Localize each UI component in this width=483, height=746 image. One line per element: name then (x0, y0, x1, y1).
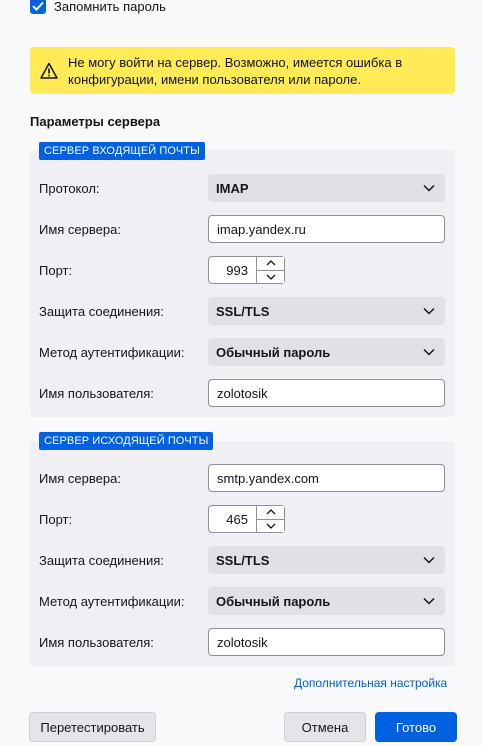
warning-icon (40, 62, 58, 79)
port-increment-button[interactable] (257, 506, 284, 520)
chevron-down-icon (266, 523, 275, 529)
incoming-protocol-select[interactable]: IMAP (208, 174, 445, 202)
chevron-down-icon (423, 184, 435, 192)
outgoing-port-spinner[interactable] (256, 505, 285, 533)
outgoing-auth-value: Обычный пароль (216, 593, 331, 609)
outgoing-server-badge: СЕРВЕР ИСХОДЯЩЕЙ ПОЧТЫ (39, 432, 214, 450)
incoming-auth-select[interactable]: Обычный пароль (208, 338, 445, 366)
chevron-up-icon (266, 260, 275, 266)
outgoing-auth-select[interactable]: Обычный пароль (208, 587, 445, 615)
checkmark-icon (32, 1, 44, 11)
chevron-down-icon (423, 348, 435, 356)
incoming-auth-value: Обычный пароль (216, 344, 331, 360)
incoming-port-stepper[interactable]: 993 (208, 256, 285, 284)
chevron-down-icon (423, 307, 435, 315)
chevron-down-icon (423, 597, 435, 605)
incoming-username-label: Имя пользователя: (39, 386, 154, 401)
outgoing-port-label: Порт: (39, 512, 73, 527)
incoming-server-badge: СЕРВЕР ВХОДЯЩЕЙ ПОЧТЫ (39, 142, 205, 160)
incoming-security-label: Защита соединения: (39, 304, 164, 319)
chevron-down-icon (423, 556, 435, 564)
incoming-protocol-label: Протокол: (39, 181, 100, 196)
outgoing-security-select[interactable]: SSL/TLS (208, 546, 445, 574)
outgoing-username-input[interactable]: zolotosik (208, 628, 445, 656)
retest-button[interactable]: Перетестировать (29, 712, 156, 742)
outgoing-auth-label: Метод аутентификации: (39, 594, 185, 609)
incoming-security-select[interactable]: SSL/TLS (208, 297, 445, 325)
remember-password-row[interactable]: Запомнить пароль (30, 0, 166, 14)
port-decrement-button[interactable] (257, 519, 284, 532)
incoming-hostname-input[interactable]: imap.yandex.ru (208, 215, 445, 243)
outgoing-hostname-input[interactable]: smtp.yandex.com (208, 464, 445, 492)
incoming-auth-label: Метод аутентификации: (39, 345, 185, 360)
port-increment-button[interactable] (257, 257, 284, 271)
incoming-hostname-label: Имя сервера: (39, 222, 121, 237)
outgoing-username-label: Имя пользователя: (39, 635, 154, 650)
outgoing-port-input[interactable]: 465 (208, 505, 256, 533)
incoming-username-input[interactable]: zolotosik (208, 379, 445, 407)
outgoing-hostname-label: Имя сервера: (39, 471, 121, 486)
incoming-port-spinner[interactable] (256, 256, 285, 284)
warning-text: Не могу войти на сервер. Возможно, имеет… (68, 54, 403, 87)
incoming-port-label: Порт: (39, 263, 73, 278)
chevron-down-icon (266, 274, 275, 280)
chevron-up-icon (266, 509, 275, 515)
incoming-protocol-value: IMAP (216, 180, 249, 196)
incoming-security-value: SSL/TLS (216, 303, 270, 319)
remember-password-checkbox[interactable] (30, 0, 46, 14)
port-decrement-button[interactable] (257, 270, 284, 283)
incoming-port-input[interactable]: 993 (208, 256, 256, 284)
advanced-config-link[interactable]: Дополнительная настройка (294, 676, 447, 690)
done-button[interactable]: Готово (375, 712, 457, 742)
outgoing-port-stepper[interactable]: 465 (208, 505, 285, 533)
outgoing-security-value: SSL/TLS (216, 552, 270, 568)
server-settings-title: Параметры сервера (30, 114, 161, 129)
remember-password-label: Запомнить пароль (54, 0, 166, 14)
cancel-button[interactable]: Отмена (284, 712, 366, 742)
outgoing-security-label: Защита соединения: (39, 553, 164, 568)
login-warning-banner: Не могу войти на сервер. Возможно, имеет… (30, 47, 455, 94)
